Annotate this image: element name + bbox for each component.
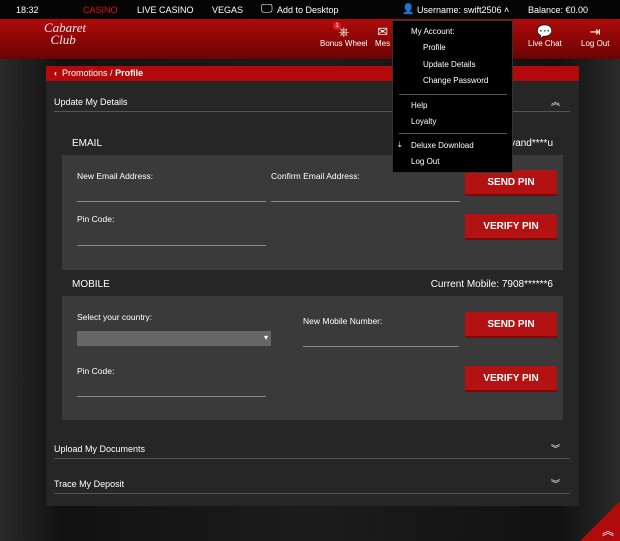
add-to-desktop-link[interactable]: Add to Desktop: [277, 5, 339, 15]
chevron-up-icon: ︽: [601, 524, 614, 538]
menu-help[interactable]: Help: [411, 101, 427, 110]
email-send-pin-button[interactable]: SEND PIN: [465, 170, 557, 196]
logo[interactable]: Cabaret Club: [44, 21, 86, 46]
mobile-pin-label: Pin Code:: [77, 366, 115, 376]
confirm-email-label: Confirm Email Address:: [271, 171, 360, 181]
log-out-button[interactable]: ⇥ Log Out: [581, 24, 609, 48]
menu-deluxe-download[interactable]: Deluxe Download: [411, 141, 474, 150]
country-label: Select your country:: [77, 312, 153, 322]
current-email: vand****u: [510, 138, 553, 149]
menu-change-password[interactable]: Change Password: [423, 76, 488, 85]
live-chat-button[interactable]: 💬 Live Chat: [528, 24, 562, 48]
username-menu[interactable]: Username: swift2506: [417, 5, 502, 15]
section-trace-deposit[interactable]: Trace My Deposit ︾: [54, 474, 570, 494]
divider: [399, 133, 507, 134]
menu-log-out[interactable]: Log Out: [411, 157, 439, 166]
messages-button[interactable]: ✉ Mes: [375, 24, 390, 48]
nav-live-casino[interactable]: LIVE CASINO: [137, 5, 194, 15]
header-bar: [0, 19, 620, 59]
mobile-number-label: New Mobile Number:: [303, 316, 383, 326]
country-select[interactable]: [77, 331, 271, 346]
menu-profile[interactable]: Profile: [423, 43, 446, 52]
chevron-down-icon: ︾: [550, 444, 560, 454]
account-dropdown: My Account: Profile Update Details Chang…: [392, 20, 513, 173]
envelope-icon: ✉: [377, 24, 389, 39]
scroll-top-button[interactable]: [580, 501, 620, 541]
email-pin-input[interactable]: [77, 245, 266, 246]
wheel-icon: ⎈: [338, 24, 349, 39]
nav-casino[interactable]: CASINO: [83, 5, 118, 15]
mobile-send-pin-button[interactable]: SEND PIN: [465, 312, 557, 338]
nav-vegas[interactable]: VEGAS: [212, 5, 243, 15]
email-verify-pin-button[interactable]: VERIFY PIN: [465, 214, 557, 240]
breadcrumb-profile: Profile: [115, 68, 144, 78]
new-email-label: New Email Address:: [77, 171, 154, 181]
email-pin-label: Pin Code:: [77, 214, 115, 224]
menu-loyalty[interactable]: Loyalty: [411, 117, 436, 126]
logout-icon: ⇥: [589, 24, 601, 39]
mobile-header: MOBILE Current Mobile: 7908******6: [62, 274, 563, 296]
chevron-up-icon: ︽: [550, 97, 560, 107]
chevron-up-icon[interactable]: ˄: [504, 5, 509, 15]
new-email-input[interactable]: [77, 201, 266, 202]
balance: Balance: €0.00: [528, 4, 589, 15]
mobile-verify-pin-button[interactable]: VERIFY PIN: [465, 366, 557, 392]
chevron-down-icon: ︾: [550, 479, 560, 489]
divider: [399, 94, 507, 95]
bonus-badge: 1: [333, 22, 341, 30]
menu-update-details[interactable]: Update Details: [423, 60, 475, 69]
dropdown-heading: My Account:: [411, 27, 455, 36]
download-icon: ⤓: [398, 140, 402, 149]
mobile-box: Select your country: New Mobile Number: …: [62, 296, 563, 420]
breadcrumb-promotions[interactable]: Promotions: [62, 68, 108, 78]
back-chevron-icon[interactable]: ‹: [54, 68, 60, 78]
confirm-email-input[interactable]: [271, 201, 460, 202]
top-bar: 18:32 CASINO LIVE CASINO VEGAS 🖵 Add to …: [0, 0, 620, 19]
user-icon: 👤: [402, 4, 415, 15]
clock: 18:32: [16, 4, 39, 15]
monitor-icon: 🖵: [261, 1, 273, 15]
mobile-number-input[interactable]: [303, 346, 459, 347]
section-upload-documents[interactable]: Upload My Documents ︾: [54, 439, 570, 459]
current-mobile: Current Mobile: 7908******6: [430, 279, 553, 290]
chat-icon: 💬: [536, 24, 553, 39]
mobile-pin-input[interactable]: [77, 396, 266, 397]
bonus-wheel-button[interactable]: ⎈ Bonus Wheel: [320, 24, 368, 48]
